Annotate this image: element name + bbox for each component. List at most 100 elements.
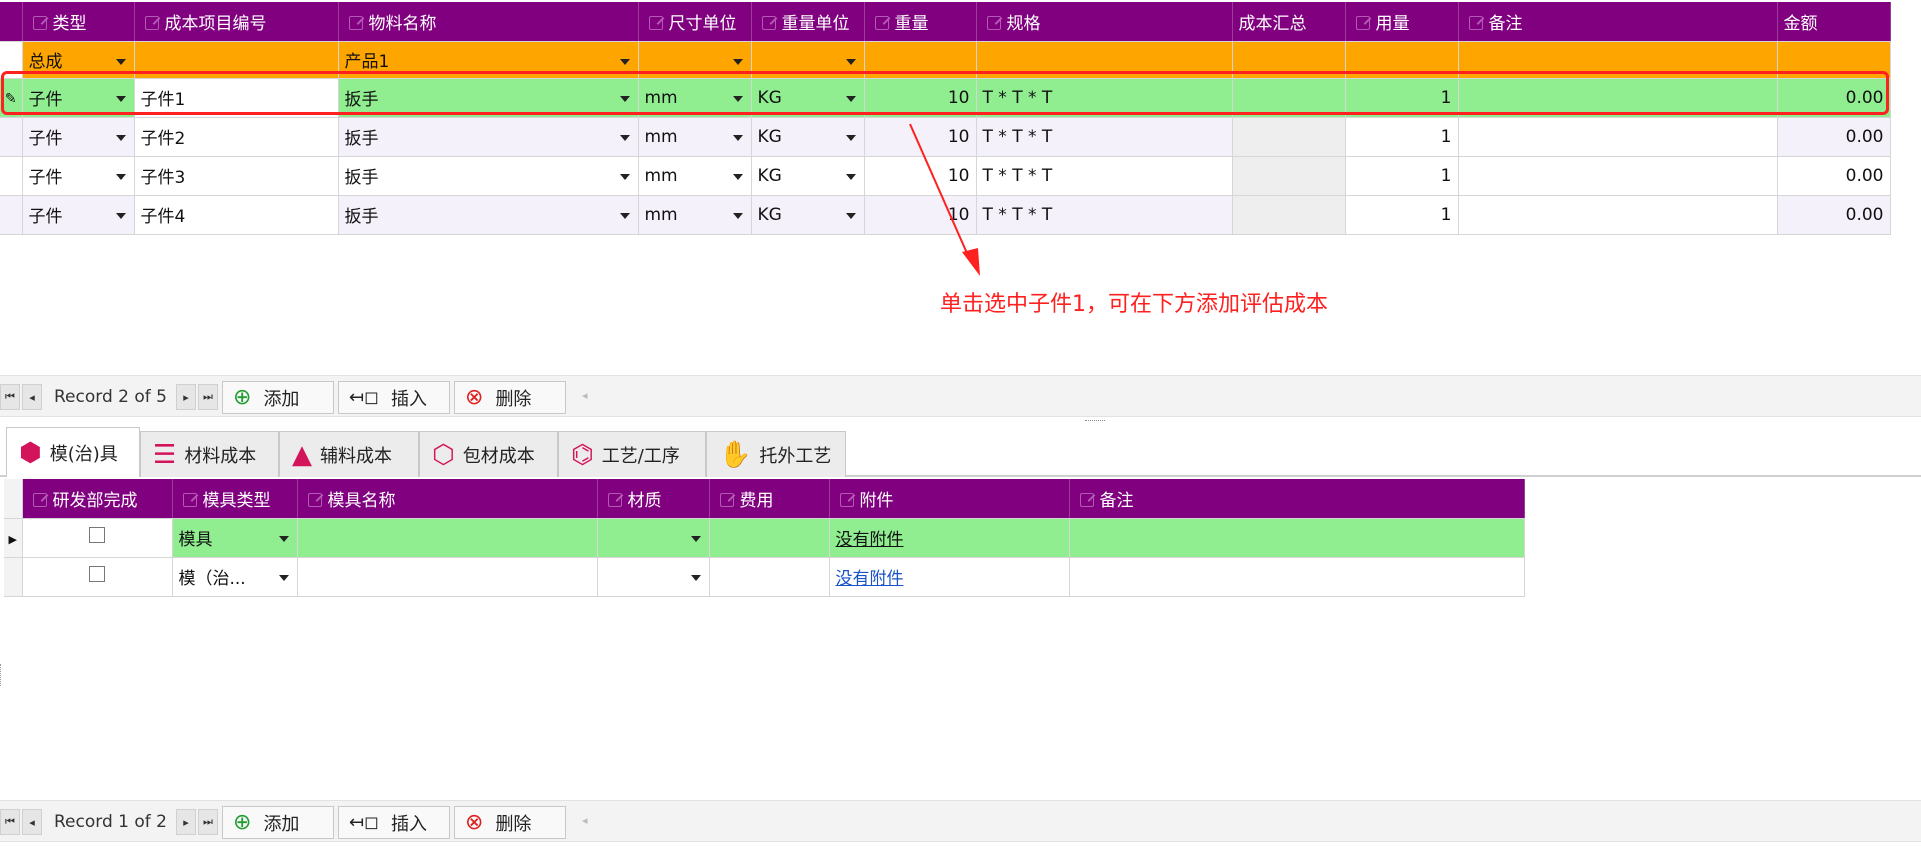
attachment-cell[interactable]: 没有附件 bbox=[829, 557, 1070, 597]
dev-done-checkbox[interactable] bbox=[89, 566, 105, 582]
size-unit-cell[interactable]: mm bbox=[638, 117, 752, 157]
row-indicator[interactable] bbox=[4, 557, 23, 597]
material-cell[interactable]: 扳手 bbox=[338, 117, 639, 157]
note-cell[interactable] bbox=[1458, 117, 1778, 157]
weight-unit-cell[interactable]: KG bbox=[751, 195, 865, 235]
row-indicator[interactable] bbox=[0, 195, 23, 235]
qty-cell[interactable]: 1 bbox=[1345, 156, 1459, 196]
column-header-material[interactable]: 物料名称 bbox=[338, 2, 639, 42]
note-cell[interactable] bbox=[1069, 518, 1525, 558]
row-indicator-header bbox=[4, 479, 23, 519]
weight-unit-cell[interactable]: KG bbox=[751, 117, 865, 157]
note-cell[interactable] bbox=[1069, 557, 1525, 597]
material-cell[interactable]: 扳手 bbox=[338, 195, 639, 235]
tab-molds[interactable]: ⬢ 模(治)具 bbox=[6, 427, 140, 477]
edit-icon bbox=[719, 492, 734, 507]
row-indicator-header bbox=[0, 2, 23, 42]
stack-icon: ☰ bbox=[153, 439, 177, 470]
add-button[interactable]: ⊕ 添加 bbox=[222, 806, 334, 839]
note-cell[interactable] bbox=[1458, 156, 1778, 196]
code-cell[interactable]: 子件2 bbox=[134, 117, 339, 157]
dev-done-cell[interactable] bbox=[22, 518, 173, 558]
spec-cell[interactable]: T * T * T bbox=[976, 156, 1233, 196]
first-record-button[interactable]: ⏮ bbox=[0, 384, 20, 410]
spec-cell[interactable]: T * T * T bbox=[976, 117, 1233, 157]
mold-name-cell[interactable] bbox=[297, 518, 598, 558]
fee-cell[interactable] bbox=[709, 557, 830, 597]
column-header-weight-unit[interactable]: 重量单位 bbox=[751, 2, 865, 42]
note-cell[interactable] bbox=[1458, 195, 1778, 235]
splitter-grip[interactable] bbox=[0, 664, 3, 686]
code-cell[interactable]: 子件4 bbox=[134, 195, 339, 235]
column-header-note[interactable]: 备注 bbox=[1069, 479, 1525, 519]
record-counter: Record 1 of 2 bbox=[54, 812, 167, 832]
column-header-note[interactable]: 备注 bbox=[1458, 2, 1778, 42]
column-header-type[interactable]: 类型 bbox=[22, 2, 135, 42]
dev-done-checkbox[interactable] bbox=[89, 527, 105, 543]
dev-done-cell[interactable] bbox=[22, 557, 173, 597]
table-row[interactable]: 模（治... 没有附件 bbox=[4, 557, 1525, 597]
next-record-button[interactable]: ▸ bbox=[176, 384, 196, 410]
column-header-size-unit[interactable]: 尺寸单位 bbox=[638, 2, 752, 42]
row-indicator[interactable] bbox=[0, 117, 23, 157]
type-cell[interactable]: 子件 bbox=[22, 195, 135, 235]
attachment-cell[interactable]: 没有附件 bbox=[829, 518, 1070, 558]
type-cell[interactable]: 子件 bbox=[22, 117, 135, 157]
tab-process[interactable]: ⌬ 工艺/工序 bbox=[558, 431, 706, 477]
code-cell[interactable]: 子件3 bbox=[134, 156, 339, 196]
prev-record-button[interactable]: ◂ bbox=[22, 384, 42, 410]
next-record-button[interactable]: ▸ bbox=[176, 809, 196, 835]
edit-icon bbox=[1355, 15, 1370, 30]
attachment-link[interactable]: 没有附件 bbox=[836, 569, 904, 589]
column-header-fee[interactable]: 费用 bbox=[709, 479, 830, 519]
size-unit-cell[interactable]: mm bbox=[638, 156, 752, 196]
tab-aux-cost[interactable]: ▲ 辅料成本 bbox=[279, 431, 419, 477]
insert-button[interactable]: ↤◻ 插入 bbox=[338, 806, 450, 839]
delete-button[interactable]: ⊗ 删除 bbox=[454, 381, 566, 414]
qty-cell[interactable]: 1 bbox=[1345, 195, 1459, 235]
tab-outsourced-process[interactable]: ✋ 托外工艺 bbox=[706, 431, 846, 477]
tab-material-cost[interactable]: ☰ 材料成本 bbox=[140, 431, 279, 477]
row-indicator[interactable]: ▶ bbox=[4, 518, 23, 558]
delete-button[interactable]: ⊗ 删除 bbox=[454, 806, 566, 839]
tab-packaging-cost[interactable]: ⬡ 包材成本 bbox=[419, 431, 558, 477]
column-header-attachment[interactable]: 附件 bbox=[829, 479, 1070, 519]
attachment-link[interactable]: 没有附件 bbox=[836, 530, 904, 550]
splitter-handle[interactable] bbox=[1085, 420, 1105, 423]
size-unit-cell[interactable]: mm bbox=[638, 195, 752, 235]
fee-cell[interactable] bbox=[709, 518, 830, 558]
column-header-mold-type[interactable]: 模具类型 bbox=[172, 479, 298, 519]
column-header-weight[interactable]: 重量 bbox=[864, 2, 977, 42]
column-header-code[interactable]: 成本项目编号 bbox=[134, 2, 339, 42]
scroll-left-icon[interactable]: ◂ bbox=[582, 389, 588, 402]
mold-type-cell[interactable]: 模（治... bbox=[172, 557, 298, 597]
texture-cell[interactable] bbox=[597, 557, 710, 597]
column-header-texture[interactable]: 材质 bbox=[597, 479, 710, 519]
column-header-mold-name[interactable]: 模具名称 bbox=[297, 479, 598, 519]
hand-icon: ✋ bbox=[719, 439, 752, 470]
column-header-qty[interactable]: 用量 bbox=[1345, 2, 1459, 42]
material-cell[interactable]: 扳手 bbox=[338, 156, 639, 196]
spec-cell[interactable]: T * T * T bbox=[976, 195, 1233, 235]
column-header-amount[interactable]: 金额 bbox=[1777, 2, 1891, 42]
cone-icon: ▲ bbox=[292, 439, 312, 470]
scroll-left-icon[interactable]: ◂ bbox=[582, 814, 588, 827]
column-header-spec[interactable]: 规格 bbox=[976, 2, 1233, 42]
texture-cell[interactable] bbox=[597, 518, 710, 558]
column-header-dev-done[interactable]: 研发部完成 bbox=[22, 479, 173, 519]
last-record-button[interactable]: ⏭ bbox=[198, 384, 218, 410]
insert-button[interactable]: ↤◻ 插入 bbox=[338, 381, 450, 414]
edit-icon bbox=[144, 15, 159, 30]
weight-unit-cell[interactable]: KG bbox=[751, 156, 865, 196]
add-button[interactable]: ⊕ 添加 bbox=[222, 381, 334, 414]
table-row[interactable]: ▶ 模具 没有附件 bbox=[4, 518, 1525, 558]
first-record-button[interactable]: ⏮ bbox=[0, 809, 20, 835]
qty-cell[interactable]: 1 bbox=[1345, 117, 1459, 157]
last-record-button[interactable]: ⏭ bbox=[198, 809, 218, 835]
row-indicator[interactable] bbox=[0, 156, 23, 196]
mold-name-cell[interactable] bbox=[297, 557, 598, 597]
column-header-cost-sum[interactable]: 成本汇总 bbox=[1232, 2, 1346, 42]
prev-record-button[interactable]: ◂ bbox=[22, 809, 42, 835]
type-cell[interactable]: 子件 bbox=[22, 156, 135, 196]
mold-type-cell[interactable]: 模具 bbox=[172, 518, 298, 558]
